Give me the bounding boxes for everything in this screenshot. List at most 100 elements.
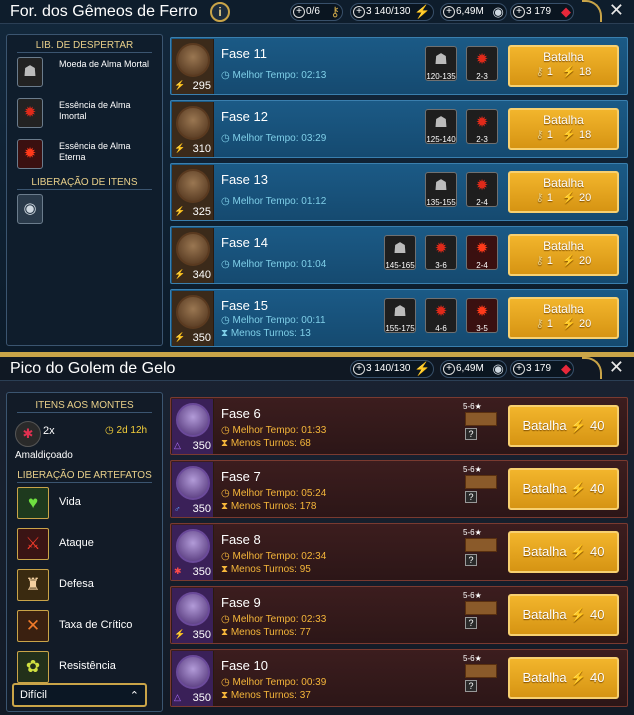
battle-label: Batalha bbox=[522, 418, 567, 433]
artifact-reward[interactable]: 5-6★? bbox=[463, 465, 501, 513]
gems-resource[interactable]: +3 179 ◆ bbox=[510, 3, 575, 21]
stage-row[interactable]: ⚡ 350 Fase 15 ◷ Melhor Tempo: 00:11 ⧗ Men… bbox=[170, 289, 628, 347]
artifact-reward[interactable]: 5-6★? bbox=[463, 654, 501, 702]
artifact-filter-resistencia[interactable]: ✿ Resistência bbox=[7, 647, 162, 688]
artifact-reward[interactable]: 5-6★? bbox=[463, 528, 501, 576]
sidebar-item-mortal-coin[interactable]: ☗ Moeda de Alma Mortal bbox=[7, 53, 162, 94]
fewest-turns-text: Menos Turnos: 37 bbox=[230, 690, 311, 701]
close-icon[interactable]: ✕ bbox=[609, 0, 624, 21]
silver-resource[interactable]: +6,49M ◉ bbox=[440, 360, 507, 378]
battle-button[interactable]: Batalha ⚡ 40 bbox=[508, 468, 619, 510]
stage-row[interactable]: ⚡ 295 Fase 11 ◷ Melhor Tempo: 02:13 ☗ 120-… bbox=[170, 37, 628, 95]
boss-portrait: ⚡ 325 bbox=[172, 165, 214, 220]
sidebar-item-immortal-essence[interactable]: ✹ Essência de Alma Imortal bbox=[7, 94, 162, 135]
silver-resource[interactable]: +6,49M ◉ bbox=[440, 3, 507, 21]
plus-icon[interactable]: + bbox=[443, 363, 455, 375]
artifact-reward[interactable]: 5-6★? bbox=[463, 402, 501, 450]
mortal-coin-drop[interactable]: ☗ 145-165 bbox=[384, 235, 416, 270]
stage-name: Fase 13 bbox=[221, 172, 268, 187]
immortal-essence-drop[interactable]: ✹ 4-6 bbox=[425, 298, 457, 333]
cursed-label: Amaldiçoado bbox=[15, 450, 73, 461]
boss-level: 350 bbox=[192, 503, 211, 515]
energy-cost: 20 bbox=[578, 192, 592, 204]
artifact-reward[interactable]: 5-6★? bbox=[463, 591, 501, 639]
eternal-essence-drop[interactable]: ✹ 2-4 bbox=[466, 235, 498, 270]
plus-icon[interactable]: + bbox=[353, 6, 365, 18]
plus-icon[interactable]: + bbox=[353, 363, 365, 375]
stage-row[interactable]: ⚡ 340 Fase 14 ◷ Melhor Tempo: 01:04 ☗ 145-… bbox=[170, 226, 628, 284]
sidebar-item-eternal-essence[interactable]: ✹ Essência de Alma Eterna bbox=[7, 135, 162, 176]
sidebar-item-label: Essência de Alma Imortal bbox=[59, 100, 131, 121]
mortal-coin-drop[interactable]: ☗ 125-140 bbox=[425, 109, 457, 144]
key-cost: 1 bbox=[546, 255, 554, 267]
close-icon[interactable]: ✕ bbox=[609, 357, 624, 378]
plus-icon[interactable]: + bbox=[443, 6, 455, 18]
artifact-filter-vida[interactable]: ♥ Vida bbox=[7, 483, 162, 524]
stage-row[interactable]: ⚡ 310 Fase 12 ◷ Melhor Tempo: 03:29 ☗ 125-… bbox=[170, 100, 628, 158]
immortal-essence-drop[interactable]: ✹ 2-3 bbox=[466, 46, 498, 81]
battle-button[interactable]: Batalha ⚷ 1 ⚡ 18 bbox=[508, 108, 619, 150]
energy-cost: 20 bbox=[578, 255, 592, 267]
key-icon: ⚷ bbox=[535, 255, 544, 267]
sidebar-item-silver[interactable]: ◉ bbox=[7, 190, 162, 231]
fewest-turns: ⧗ Menos Turnos: 77 bbox=[221, 627, 311, 638]
immortal-essence-drop[interactable]: ✹ 2-3 bbox=[466, 109, 498, 144]
battle-label: Batalha bbox=[522, 481, 567, 496]
stage-row[interactable]: ✱ 350 Fase 8 ◷ Melhor Tempo: 02:34 ⧗ Meno… bbox=[170, 523, 628, 581]
key-cost: 1 bbox=[546, 66, 554, 78]
battle-button[interactable]: Batalha ⚷ 1 ⚡ 20 bbox=[508, 171, 619, 213]
fewest-turns-text: Menos Turnos: 77 bbox=[230, 627, 311, 638]
key-cost: 1 bbox=[546, 129, 554, 141]
stage-row[interactable]: ♂ 350 Fase 7 ◷ Melhor Tempo: 05:24 ⧗ Meno… bbox=[170, 460, 628, 518]
immortal-essence-drop[interactable]: ✹ 2-4 bbox=[466, 172, 498, 207]
plus-icon[interactable]: + bbox=[513, 363, 525, 375]
stage-row[interactable]: ⚡ 325 Fase 13 ◷ Melhor Tempo: 01:12 ☗ 135-… bbox=[170, 163, 628, 221]
fewest-turns-text: Menos Turnos: 68 bbox=[230, 438, 311, 449]
battle-button[interactable]: Batalha ⚡ 40 bbox=[508, 657, 619, 699]
drop-count: 2-3 bbox=[476, 135, 488, 144]
boss-level: 350 bbox=[192, 692, 211, 704]
eternal-essence-drop[interactable]: ✹ 3-5 bbox=[466, 298, 498, 333]
best-time: ◷ Melhor Tempo: 03:29 bbox=[221, 133, 327, 144]
question-icon: ? bbox=[465, 617, 477, 629]
battle-button[interactable]: Batalha ⚷ 1 ⚡ 18 bbox=[508, 45, 619, 87]
mortal-coin-drop[interactable]: ☗ 135-155 bbox=[425, 172, 457, 207]
stage-row[interactable]: ⚡ 350 Fase 9 ◷ Melhor Tempo: 02:33 ⧗ Meno… bbox=[170, 586, 628, 644]
immortal-essence-drop[interactable]: ✹ 3-6 bbox=[425, 235, 457, 270]
decorative-hook-icon bbox=[582, 357, 602, 379]
bulk-items-header: ITENS AOS MONTES bbox=[17, 399, 152, 413]
energy-resource[interactable]: +3 140/130 ⚡ bbox=[350, 360, 434, 378]
drop-count: 155-175 bbox=[385, 324, 415, 333]
battle-button[interactable]: Batalha ⚷ 1 ⚡ 20 bbox=[508, 297, 619, 339]
battle-button[interactable]: Batalha ⚷ 1 ⚡ 20 bbox=[508, 234, 619, 276]
battle-button[interactable]: Batalha ⚡ 40 bbox=[508, 531, 619, 573]
stage-row[interactable]: △ 350 Fase 10 ◷ Melhor Tempo: 00:39 ⧗ Men… bbox=[170, 649, 628, 707]
plus-icon[interactable]: + bbox=[513, 6, 525, 18]
chest-icon bbox=[465, 412, 497, 426]
gems-resource[interactable]: +3 179 ◆ bbox=[510, 360, 575, 378]
battle-button[interactable]: Batalha ⚡ 40 bbox=[508, 405, 619, 447]
energy-count: 3 140/130 bbox=[366, 6, 411, 17]
energy-resource[interactable]: +3 140/130 ⚡ bbox=[350, 3, 434, 21]
mortal-coin-drop[interactable]: ☗ 155-175 bbox=[384, 298, 416, 333]
mortal-coin-drop[interactable]: ☗ 120-135 bbox=[425, 46, 457, 81]
artifact-filter-defesa[interactable]: ♜ Defesa bbox=[7, 565, 162, 606]
boss-portrait: ⚡ 340 bbox=[172, 228, 214, 283]
boss-level: 295 bbox=[192, 80, 211, 92]
best-time-text: Melhor Tempo: 03:29 bbox=[232, 133, 327, 144]
battle-button[interactable]: Batalha ⚡ 40 bbox=[508, 594, 619, 636]
artifact-filter-critico[interactable]: ✕ Taxa de Crítico bbox=[7, 606, 162, 647]
artifact-filter-ataque[interactable]: ⚔ Ataque bbox=[7, 524, 162, 565]
silver-coin-icon: ◉ bbox=[17, 194, 43, 224]
stage-name: Fase 7 bbox=[221, 469, 261, 484]
info-icon[interactable]: i bbox=[210, 2, 230, 22]
keys-resource[interactable]: +0/6 ⚷ bbox=[290, 3, 343, 21]
tower-icon: ♜ bbox=[17, 569, 49, 601]
drop-count: 3-5 bbox=[476, 324, 488, 333]
battle-label: Batalha bbox=[522, 544, 567, 559]
battle-label: Batalha bbox=[522, 607, 567, 622]
multiplier: 2x bbox=[43, 425, 55, 437]
difficulty-select[interactable]: Difícil ⌃ bbox=[12, 683, 147, 707]
stage-row[interactable]: △ 350 Fase 6 ◷ Melhor Tempo: 01:33 ⧗ Meno… bbox=[170, 397, 628, 455]
plus-icon[interactable]: + bbox=[293, 6, 305, 18]
